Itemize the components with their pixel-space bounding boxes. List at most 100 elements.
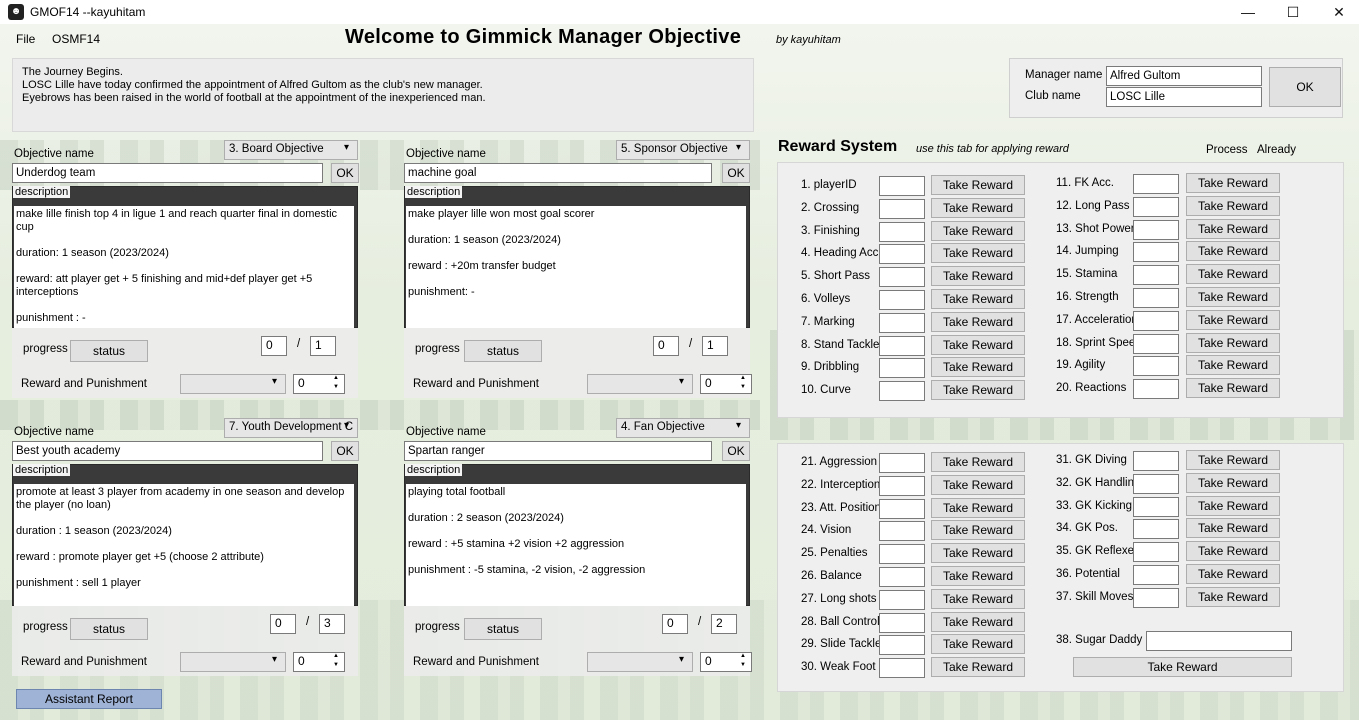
attr2-right-input-1[interactable]: [1133, 473, 1179, 494]
attr2-left-input-7[interactable]: [879, 612, 925, 633]
attr-right-input-6[interactable]: [1133, 310, 1179, 331]
attr-left-input-0[interactable]: [879, 176, 925, 196]
attr-right-take-reward-button-9[interactable]: Take Reward: [1186, 378, 1280, 399]
attr2-left-take-reward-button-3[interactable]: Take Reward: [931, 520, 1025, 541]
attr-left-input-2[interactable]: [879, 221, 925, 242]
attr-right-take-reward-button-6[interactable]: Take Reward: [1186, 309, 1280, 330]
attr2-left-input-1[interactable]: [879, 475, 925, 496]
objective-3-name-input[interactable]: Best youth academy: [12, 441, 323, 461]
attr-left-take-reward-button-3[interactable]: Take Reward: [931, 243, 1025, 264]
objective-1-progress-current-input[interactable]: 0: [261, 336, 287, 356]
objective-4-spin-down-icon[interactable]: ▼: [740, 662, 746, 668]
attr-left-input-7[interactable]: [879, 335, 925, 356]
objective-4-reward-punishment-select[interactable]: [587, 652, 693, 672]
attr-left-input-4[interactable]: [879, 267, 925, 288]
close-button[interactable]: ✕: [1316, 0, 1359, 24]
objective-3-type-select[interactable]: 7. Youth Development C: [224, 418, 358, 438]
attr-right-input-1[interactable]: [1133, 196, 1179, 217]
attr-left-input-5[interactable]: [879, 290, 925, 310]
attr2-left-take-reward-button-9[interactable]: Take Reward: [931, 657, 1025, 678]
attr-left-take-reward-button-4[interactable]: Take Reward: [931, 266, 1025, 287]
attr2-left-input-5[interactable]: [879, 567, 925, 587]
assistant-report-button[interactable]: Assistant Report: [16, 689, 162, 709]
manager-name-input[interactable]: Alfred Gultom: [1106, 66, 1262, 86]
objective-4-description-text[interactable]: playing total football duration : 2 seas…: [406, 484, 746, 606]
objective-4-type-select[interactable]: 4. Fan Objective: [616, 418, 750, 438]
attr-left-take-reward-button-1[interactable]: Take Reward: [931, 197, 1025, 218]
attr2-right-input-0[interactable]: [1133, 451, 1179, 471]
attr-right-take-reward-button-0[interactable]: Take Reward: [1186, 173, 1280, 193]
attr-left-take-reward-button-6[interactable]: Take Reward: [931, 311, 1025, 332]
attr-right-input-3[interactable]: [1133, 242, 1179, 263]
maximize-button[interactable]: ☐: [1270, 0, 1316, 24]
attr2-left-take-reward-button-4[interactable]: Take Reward: [931, 543, 1025, 564]
menu-osmf14[interactable]: OSMF14: [52, 32, 100, 46]
objective-4-name-input[interactable]: Spartan ranger: [404, 441, 712, 461]
attr2-left-take-reward-button-8[interactable]: Take Reward: [931, 634, 1025, 655]
objective-2-status-button[interactable]: status: [464, 340, 542, 362]
attr-right-input-9[interactable]: [1133, 379, 1179, 400]
attr2-right-take-reward-button-2[interactable]: Take Reward: [1186, 495, 1280, 516]
objective-3-spin-down-icon[interactable]: ▼: [333, 662, 339, 668]
attr2-right-input-3[interactable]: [1133, 519, 1179, 540]
objective-1-spin-down-icon[interactable]: ▼: [333, 384, 339, 390]
attr-left-input-9[interactable]: [879, 381, 925, 402]
objective-3-spin-up-icon[interactable]: ▲: [333, 653, 339, 659]
sugar-daddy-take-reward-button[interactable]: Take Reward: [1073, 657, 1292, 677]
attr-right-input-2[interactable]: [1133, 219, 1179, 240]
attr2-right-input-6[interactable]: [1133, 587, 1179, 608]
attr2-right-take-reward-button-4[interactable]: Take Reward: [1186, 541, 1280, 562]
attr-left-take-reward-button-8[interactable]: Take Reward: [931, 357, 1025, 378]
attr-right-take-reward-button-1[interactable]: Take Reward: [1186, 195, 1280, 216]
attr-left-input-8[interactable]: [879, 358, 925, 379]
attr-right-input-5[interactable]: [1133, 288, 1179, 308]
attr-right-input-7[interactable]: [1133, 333, 1179, 354]
attr-right-take-reward-button-7[interactable]: Take Reward: [1186, 332, 1280, 353]
minimize-button[interactable]: —: [1225, 0, 1271, 24]
attr-right-take-reward-button-8[interactable]: Take Reward: [1186, 355, 1280, 376]
objective-2-description-text[interactable]: make player lille won most goal scorer d…: [406, 206, 746, 328]
attr2-left-take-reward-button-7[interactable]: Take Reward: [931, 611, 1025, 632]
objective-1-description-text[interactable]: make lille finish top 4 in ligue 1 and r…: [14, 206, 354, 328]
attr2-right-take-reward-button-5[interactable]: Take Reward: [1186, 564, 1280, 584]
objective-1-progress-total-input[interactable]: 1: [310, 336, 336, 356]
attr2-right-take-reward-button-3[interactable]: Take Reward: [1186, 518, 1280, 539]
objective-2-progress-total-input[interactable]: 1: [702, 336, 728, 356]
attr-left-input-3[interactable]: [879, 244, 925, 265]
attr2-left-input-2[interactable]: [879, 498, 925, 519]
attr-right-take-reward-button-2[interactable]: Take Reward: [1186, 218, 1280, 239]
manager-ok-button[interactable]: OK: [1269, 67, 1341, 107]
objective-1-ok-button[interactable]: OK: [331, 163, 359, 183]
attr2-left-input-8[interactable]: [879, 635, 925, 656]
club-name-input[interactable]: LOSC Lille: [1106, 87, 1262, 107]
attr-left-take-reward-button-2[interactable]: Take Reward: [931, 220, 1025, 241]
objective-3-description-text[interactable]: promote at least 3 player from academy i…: [14, 484, 354, 606]
attr2-right-input-2[interactable]: [1133, 496, 1179, 517]
objective-2-ok-button[interactable]: OK: [722, 163, 750, 183]
tab-already[interactable]: Already: [1257, 144, 1296, 156]
attr-right-input-4[interactable]: [1133, 265, 1179, 286]
objective-2-spin-up-icon[interactable]: ▲: [740, 375, 746, 381]
attr-left-take-reward-button-9[interactable]: Take Reward: [931, 380, 1025, 401]
objective-2-spin-down-icon[interactable]: ▼: [740, 384, 746, 390]
objective-4-progress-current-input[interactable]: 0: [662, 614, 688, 634]
attr2-left-take-reward-button-1[interactable]: Take Reward: [931, 474, 1025, 495]
attr2-left-take-reward-button-5[interactable]: Take Reward: [931, 566, 1025, 586]
attr2-right-take-reward-button-0[interactable]: Take Reward: [1186, 450, 1280, 470]
objective-1-name-input[interactable]: Underdog team: [12, 163, 323, 183]
objective-3-progress-current-input[interactable]: 0: [270, 614, 296, 634]
objective-1-spin-up-icon[interactable]: ▲: [333, 375, 339, 381]
objective-4-status-button[interactable]: status: [464, 618, 542, 640]
attr-left-take-reward-button-7[interactable]: Take Reward: [931, 334, 1025, 355]
attr2-right-take-reward-button-1[interactable]: Take Reward: [1186, 472, 1280, 493]
objective-3-status-button[interactable]: status: [70, 618, 148, 640]
objective-4-progress-total-input[interactable]: 2: [711, 614, 737, 634]
objective-3-reward-punishment-select[interactable]: [180, 652, 286, 672]
attr-right-take-reward-button-4[interactable]: Take Reward: [1186, 264, 1280, 285]
objective-2-type-select[interactable]: 5. Sponsor Objective: [616, 140, 750, 160]
attr-right-take-reward-button-3[interactable]: Take Reward: [1186, 241, 1280, 262]
objective-2-progress-current-input[interactable]: 0: [653, 336, 679, 356]
objective-4-ok-button[interactable]: OK: [722, 441, 750, 461]
tab-process[interactable]: Process: [1206, 144, 1248, 156]
objective-3-progress-total-input[interactable]: 3: [319, 614, 345, 634]
